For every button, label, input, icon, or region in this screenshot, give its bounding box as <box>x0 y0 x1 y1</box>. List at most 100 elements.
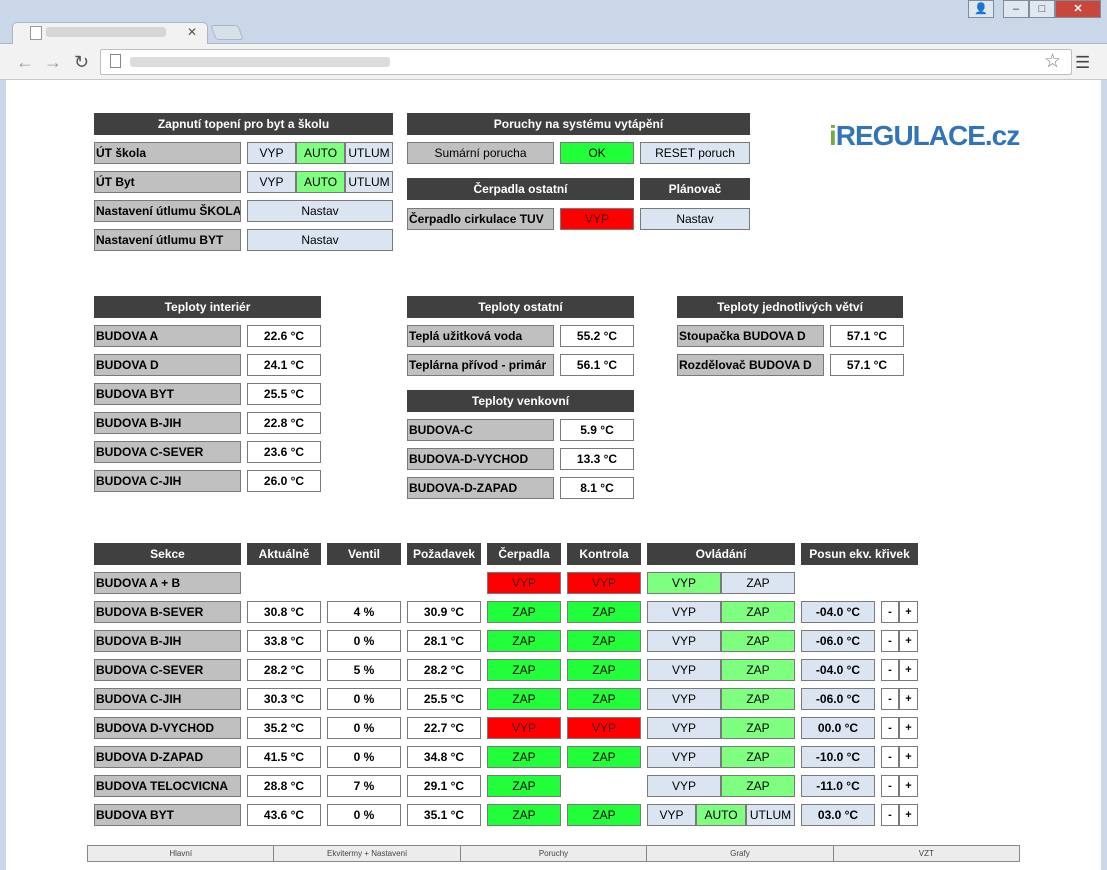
section-pump-state[interactable]: ZAP <box>487 601 561 623</box>
section-name: BUDOVA BYT <box>94 804 241 826</box>
interior-label: BUDOVA B-JIH <box>94 412 241 434</box>
footer-nav: Hlavní Ekvitermy + Nastavení Poruchy Gra… <box>87 845 1020 862</box>
section-vyp-button[interactable]: VYP <box>647 688 721 710</box>
section-pump-state[interactable]: ZAP <box>487 775 561 797</box>
section-vyp-button[interactable]: VYP <box>647 804 696 826</box>
section-curve-shift: -06.0 °C <box>801 630 875 652</box>
section-pump-state[interactable]: ZAP <box>487 630 561 652</box>
reset-faults-button[interactable]: RESET poruch <box>640 142 750 164</box>
section-pump-state[interactable]: ZAP <box>487 659 561 681</box>
section-pump-state[interactable]: ZAP <box>487 688 561 710</box>
shift-minus-button[interactable]: - <box>881 688 899 710</box>
section-curve-shift: -11.0 °C <box>801 775 875 797</box>
section-name: BUDOVA B-JIH <box>94 630 241 652</box>
shift-plus-button[interactable]: + <box>899 659 918 681</box>
section-vyp-button[interactable]: VYP <box>647 746 721 768</box>
interior-value: 22.6 °C <box>247 325 321 347</box>
section-auto-button[interactable]: AUTO <box>696 804 746 826</box>
shift-minus-button[interactable]: - <box>881 804 899 826</box>
section-vyp-button[interactable]: VYP <box>647 775 721 797</box>
section-valve: 5 % <box>327 659 401 681</box>
utlum-byt-nastav-button[interactable]: Nastav <box>247 229 393 251</box>
section-vyp-button[interactable]: VYP <box>647 572 721 594</box>
iregulace-logo: iREGULACE.cz <box>829 120 1020 151</box>
section-zap-button[interactable]: ZAP <box>721 659 795 681</box>
section-vyp-button[interactable]: VYP <box>647 717 721 739</box>
tab-close-icon[interactable]: ✕ <box>187 25 197 39</box>
ut-byt-utlum-button[interactable]: UTLUM <box>345 171 393 193</box>
shift-minus-button[interactable]: - <box>881 601 899 623</box>
utlum-skola-nastav-button[interactable]: Nastav <box>247 200 393 222</box>
section-pump-state[interactable]: ZAP <box>487 746 561 768</box>
tuv-pump-state[interactable]: VYP <box>560 208 634 230</box>
minimize-button[interactable]: – <box>1003 0 1029 18</box>
shift-plus-button[interactable]: + <box>899 601 918 623</box>
section-valve: 4 % <box>327 601 401 623</box>
footer-link-poruchy[interactable]: Poruchy <box>461 846 648 861</box>
planner-nastav-button[interactable]: Nastav <box>640 208 750 230</box>
section-pump-state[interactable]: VYP <box>487 572 561 594</box>
shift-plus-button[interactable]: + <box>899 688 918 710</box>
reload-icon[interactable]: ↻ <box>74 52 89 73</box>
outdoor-value: 5.9 °C <box>560 419 634 441</box>
section-valve: 0 % <box>327 746 401 768</box>
section-vyp-button[interactable]: VYP <box>647 630 721 652</box>
footer-link-vzt[interactable]: VZT <box>834 846 1019 861</box>
footer-link-hlavni[interactable]: Hlavní <box>88 846 275 861</box>
section-zap-button[interactable]: ZAP <box>721 630 795 652</box>
section-utlum-button[interactable]: UTLUM <box>746 804 795 826</box>
section-check-state: ZAP <box>567 688 641 710</box>
bookmark-star-icon[interactable]: ☆ <box>1044 50 1061 73</box>
back-arrow-icon[interactable]: ← <box>16 52 34 73</box>
user-icon[interactable]: 👤 <box>968 0 994 18</box>
shift-minus-button[interactable]: - <box>881 717 899 739</box>
other_temps-value: 56.1 °C <box>560 354 634 376</box>
section-pump-state[interactable]: VYP <box>487 717 561 739</box>
new-tab-button[interactable] <box>210 25 244 40</box>
branch-temps-header: Teploty jednotlivých větví <box>677 296 903 318</box>
shift-plus-button[interactable]: + <box>899 746 918 768</box>
shift-plus-button[interactable]: + <box>899 775 918 797</box>
section-zap-button[interactable]: ZAP <box>721 601 795 623</box>
outdoor-temps-header: Teploty venkovní <box>407 390 634 412</box>
col-header-sekce: Sekce <box>94 543 241 565</box>
shift-minus-button[interactable]: - <box>881 630 899 652</box>
shift-plus-button[interactable]: + <box>899 630 918 652</box>
shift-minus-button[interactable]: - <box>881 746 899 768</box>
ut-byt-vyp-button[interactable]: VYP <box>247 171 296 193</box>
footer-link-grafy[interactable]: Grafy <box>647 846 834 861</box>
section-zap-button[interactable]: ZAP <box>721 775 795 797</box>
ut-skola-utlum-button[interactable]: UTLUM <box>345 142 393 164</box>
shift-plus-button[interactable]: + <box>899 717 918 739</box>
section-request-temp: 25.5 °C <box>407 688 481 710</box>
outdoor-label: BUDOVA-D-VYCHOD <box>407 448 554 470</box>
menu-icon[interactable]: ☰ <box>1075 53 1090 73</box>
section-zap-button[interactable]: ZAP <box>721 688 795 710</box>
section-zap-button[interactable]: ZAP <box>721 717 795 739</box>
section-curve-shift: 03.0 °C <box>801 804 875 826</box>
shift-minus-button[interactable]: - <box>881 775 899 797</box>
section-request-temp: 34.8 °C <box>407 746 481 768</box>
tuv-pump-label: Čerpadlo cirkulace TUV <box>407 208 554 230</box>
shift-plus-button[interactable]: + <box>899 804 918 826</box>
branches-value: 57.1 °C <box>830 325 904 347</box>
section-zap-button[interactable]: ZAP <box>721 572 795 594</box>
forward-arrow-icon[interactable]: → <box>44 52 62 73</box>
section-pump-state[interactable]: ZAP <box>487 804 561 826</box>
section-zap-button[interactable]: ZAP <box>721 746 795 768</box>
branches-value: 57.1 °C <box>830 354 904 376</box>
section-check-state: ZAP <box>567 659 641 681</box>
ut-byt-auto-button[interactable]: AUTO <box>296 171 345 193</box>
branches-label: Stoupačka BUDOVA D <box>677 325 824 347</box>
other_temps-label: Teplá užitková voda <box>407 325 554 347</box>
ut-skola-auto-button[interactable]: AUTO <box>296 142 345 164</box>
section-valve: 0 % <box>327 688 401 710</box>
section-vyp-button[interactable]: VYP <box>647 659 721 681</box>
shift-minus-button[interactable]: - <box>881 659 899 681</box>
ut-skola-vyp-button[interactable]: VYP <box>247 142 296 164</box>
interior-label: BUDOVA A <box>94 325 241 347</box>
section-vyp-button[interactable]: VYP <box>647 601 721 623</box>
footer-link-ekvitermy[interactable]: Ekvitermy + Nastavení <box>274 846 461 861</box>
maximize-button[interactable]: □ <box>1029 0 1055 18</box>
close-window-button[interactable]: ✕ <box>1055 0 1101 18</box>
